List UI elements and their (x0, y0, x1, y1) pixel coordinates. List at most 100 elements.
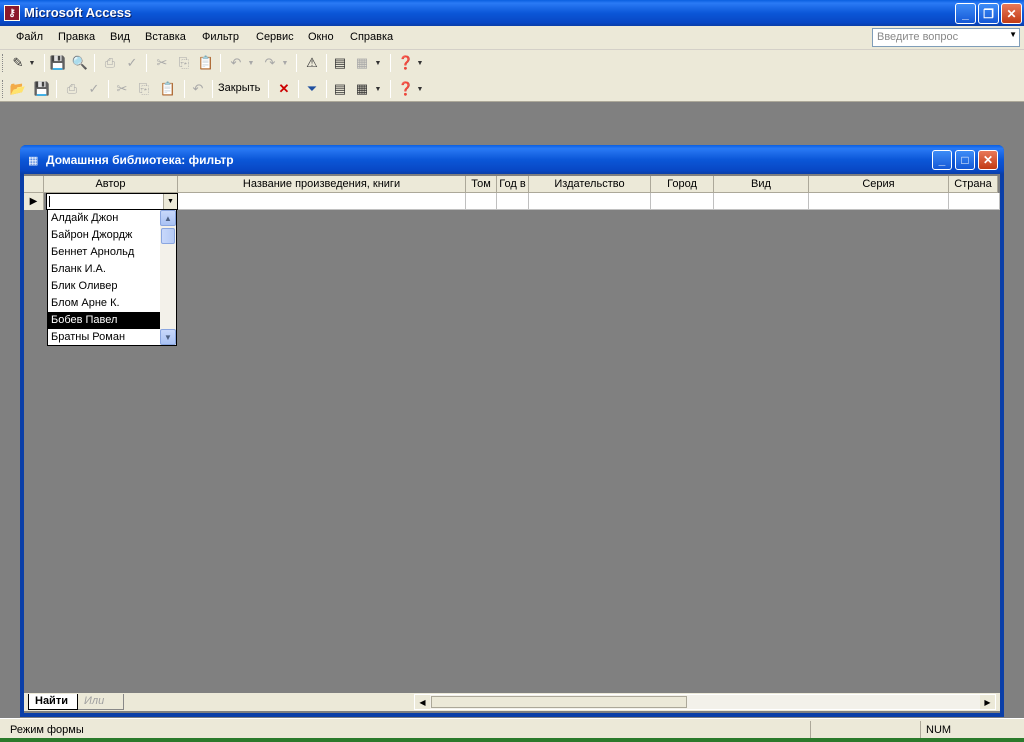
cell-publisher[interactable] (529, 193, 651, 210)
chevron-down-icon[interactable]: ▼ (372, 79, 384, 99)
cell-city[interactable] (651, 193, 714, 210)
column-header-author[interactable]: Автор (44, 176, 178, 193)
toolbar-separator (220, 54, 221, 72)
row-selector[interactable]: ▶ (24, 193, 44, 210)
list-item[interactable]: Бланк И.А. (48, 261, 160, 278)
toolbar-grip[interactable] (2, 54, 5, 72)
close-filter-button[interactable]: Закрыть (218, 82, 260, 94)
spelling-icon[interactable]: ✓ (84, 79, 104, 99)
scroll-up-icon[interactable]: ▲ (160, 210, 176, 226)
apply-filter-icon[interactable]: ⏷ (302, 79, 322, 99)
design-view-icon[interactable]: ✎ (8, 53, 28, 73)
redo-icon[interactable]: ↷ (260, 53, 280, 73)
cut-icon[interactable]: ✂ (112, 79, 132, 99)
scroll-down-icon[interactable]: ▼ (160, 329, 176, 345)
list-item[interactable]: Алдайк Джон (48, 210, 160, 227)
chevron-down-icon[interactable]: ▼ (372, 53, 384, 73)
undo-icon[interactable]: ↶ (226, 53, 246, 73)
child-maximize-button[interactable]: □ (955, 150, 975, 170)
menu-help[interactable]: Справка (350, 31, 393, 43)
menu-filter[interactable]: Фильтр (202, 31, 239, 43)
author-dropdown-list[interactable]: Алдайк Джон Байрон Джордж Беннет Арнольд… (47, 209, 177, 346)
cell-series[interactable] (809, 193, 949, 210)
save-as-query-icon[interactable]: 💾 (32, 79, 52, 99)
paste-icon[interactable]: 📋 (196, 53, 216, 73)
list-item[interactable]: Блик Оливер (48, 278, 160, 295)
chevron-down-icon[interactable]: ▼ (414, 53, 426, 73)
close-button[interactable]: ✕ (1001, 3, 1022, 24)
author-combo[interactable]: ▼ (46, 193, 178, 210)
undo-icon[interactable]: ↶ (188, 79, 208, 99)
menu-insert[interactable]: Вставка (145, 31, 186, 43)
cell-country[interactable] (949, 193, 1000, 210)
minimize-button[interactable]: _ (955, 3, 976, 24)
chevron-down-icon: ▼ (1009, 30, 1017, 39)
chevron-down-icon[interactable]: ▼ (246, 53, 256, 73)
ask-question-input[interactable]: Введите вопрос ▼ (872, 28, 1020, 47)
toolbar-separator (326, 54, 327, 72)
child-minimize-button[interactable]: _ (932, 150, 952, 170)
status-divider (920, 721, 921, 739)
toolbar-grip[interactable] (2, 80, 5, 98)
author-combo-dropdown-button[interactable]: ▼ (163, 194, 177, 209)
new-object-icon[interactable]: ▦ (352, 53, 372, 73)
help-icon[interactable]: ❓ (396, 53, 416, 73)
column-header-year[interactable]: Год в (497, 176, 529, 193)
menu-file[interactable]: Файл (16, 31, 43, 43)
horizontal-scrollbar[interactable]: ◀ ▶ (414, 694, 996, 710)
cell-volume[interactable] (466, 193, 497, 210)
scroll-right-icon[interactable]: ▶ (980, 695, 995, 709)
status-divider (810, 721, 811, 739)
column-header-city[interactable]: Город (651, 176, 714, 193)
save-icon[interactable]: 💾 (48, 53, 68, 73)
analyze-icon[interactable]: ⚠ (302, 53, 322, 73)
menu-view[interactable]: Вид (110, 31, 130, 43)
list-item[interactable]: Беннет Арнольд (48, 244, 160, 261)
database-window-icon[interactable]: ▤ (330, 79, 350, 99)
new-object-icon[interactable]: ▦ (352, 79, 372, 99)
chevron-down-icon[interactable]: ▼ (414, 79, 426, 99)
copy-icon[interactable]: ⎘ (134, 79, 154, 99)
print-preview-icon[interactable]: 🔍 (70, 53, 90, 73)
list-item-selected[interactable]: Бобев Павел (48, 312, 160, 329)
dropdown-scrollbar[interactable]: ▲ ▼ (160, 210, 176, 345)
column-header-country[interactable]: Страна (949, 176, 998, 193)
paste-icon[interactable]: 📋 (158, 79, 178, 99)
cut-icon[interactable]: ✂ (152, 53, 172, 73)
spelling-icon[interactable]: ✓ (122, 53, 142, 73)
horizontal-scroll-thumb[interactable] (431, 696, 687, 708)
cell-title[interactable] (178, 193, 466, 210)
menu-window[interactable]: Окно (308, 31, 334, 43)
row-selector-header (24, 176, 44, 193)
copy-icon[interactable]: ⎘ (174, 53, 194, 73)
restore-button[interactable]: ❐ (978, 3, 999, 24)
tab-find[interactable]: Найти (28, 694, 78, 710)
database-window-icon[interactable]: ▤ (330, 53, 350, 73)
list-item[interactable]: Байрон Джордж (48, 227, 160, 244)
tab-or[interactable]: Или (78, 694, 124, 710)
column-header-series[interactable]: Серия (809, 176, 949, 193)
list-item[interactable]: Блом Арне К. (48, 295, 160, 312)
print-icon[interactable]: ⎙ (62, 79, 82, 99)
column-header-type[interactable]: Вид (714, 176, 809, 193)
filter-toolbar: 📂 💾 ⎙ ✓ ✂ ⎘ 📋 ↶ Закрыть ✕ ⏷ ▤ ▦ ▼ ❓ ▼ (0, 76, 1024, 102)
open-folder-icon[interactable]: 📂 (8, 79, 28, 99)
list-item[interactable]: Братны Роман (48, 329, 160, 346)
column-header-publisher[interactable]: Издательство (529, 176, 651, 193)
chevron-down-icon[interactable]: ▼ (280, 53, 290, 73)
help-icon[interactable]: ❓ (396, 79, 416, 99)
filter-window-title-bar[interactable]: ▦ Домашння библиотека: фильтр _ □ ✕ (20, 145, 1004, 174)
clear-grid-icon[interactable]: ✕ (274, 79, 294, 99)
column-header-title[interactable]: Название произведения, книги (178, 176, 466, 193)
menu-tools[interactable]: Сервис (256, 31, 294, 43)
column-header-volume[interactable]: Том (466, 176, 497, 193)
scroll-thumb[interactable] (161, 228, 175, 244)
app-title-bar[interactable]: ⚷ Microsoft Access _ ❐ ✕ (0, 0, 1024, 26)
cell-type[interactable] (714, 193, 809, 210)
scroll-left-icon[interactable]: ◀ (415, 695, 430, 709)
chevron-down-icon[interactable]: ▼ (26, 53, 38, 73)
child-close-button[interactable]: ✕ (978, 150, 998, 170)
cell-year[interactable] (497, 193, 529, 210)
menu-edit[interactable]: Правка (58, 31, 95, 43)
print-icon[interactable]: ⎙ (100, 53, 120, 73)
